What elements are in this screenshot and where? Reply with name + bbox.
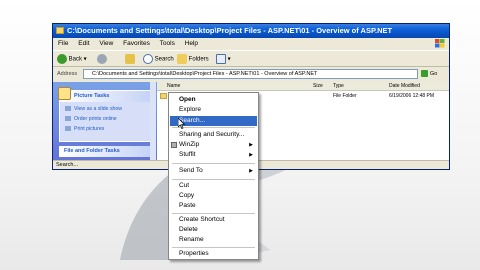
submenu-arrow-icon: ▶	[249, 142, 253, 148]
mouse-cursor-icon	[178, 118, 186, 129]
menu-separator	[172, 179, 255, 180]
column-date-modified[interactable]: Date Modified	[389, 82, 420, 90]
column-size[interactable]: Size	[313, 82, 323, 90]
menu-item-winzip[interactable]: WinZip ▶	[170, 140, 257, 150]
views-icon	[216, 54, 226, 64]
menu-item-create-shortcut[interactable]: Create Shortcut	[170, 215, 257, 225]
row-date: 6/19/2006 12:48 PM	[389, 93, 435, 99]
go-button[interactable]: Go	[421, 69, 437, 79]
picture-tasks-header[interactable]: Picture Tasks	[60, 91, 150, 102]
menu-edit[interactable]: Edit	[78, 40, 89, 47]
folders-button[interactable]: Folders	[177, 54, 209, 65]
folder-icon	[56, 27, 64, 34]
winzip-label: WinZip	[179, 141, 200, 148]
address-label: Address	[57, 71, 78, 77]
menu-separator	[172, 213, 255, 214]
task-label: Order prints online	[74, 116, 117, 122]
menu-item-explore[interactable]: Explore	[170, 105, 257, 115]
menu-item-cut[interactable]: Cut	[170, 181, 257, 191]
up-folder-button[interactable]	[125, 54, 135, 65]
winzip-icon	[171, 142, 177, 148]
up-folder-icon	[125, 54, 135, 64]
task-slide-show[interactable]: View as a slide show	[65, 106, 122, 112]
forward-arrow-icon	[97, 54, 107, 64]
menu-item-paste[interactable]: Paste	[170, 201, 257, 211]
menu-item-stuffit[interactable]: Stuffit ▶	[170, 150, 257, 160]
address-bar: Address C:\Documents and Settings\total\…	[53, 68, 449, 81]
submenu-arrow-icon: ▶	[249, 168, 253, 174]
menu-item-delete[interactable]: Delete	[170, 225, 257, 235]
menu-item-open[interactable]: Open	[170, 95, 257, 105]
folders-label: Folders	[188, 56, 209, 63]
menu-item-rename[interactable]: Rename	[170, 235, 257, 245]
menu-tools[interactable]: Tools	[160, 40, 175, 47]
forward-button[interactable]	[97, 54, 107, 65]
menu-item-copy[interactable]: Copy	[170, 191, 257, 201]
menu-view[interactable]: View	[99, 40, 113, 47]
picture-tasks-panel: Picture Tasks View as a slide show Order…	[58, 87, 151, 142]
printer-icon	[65, 126, 71, 132]
menu-bar: File Edit View Favorites Tools Help	[53, 38, 449, 49]
folder-icon	[160, 93, 167, 99]
folders-icon	[177, 54, 187, 64]
windows-flag-icon	[435, 39, 445, 48]
toolbar: Back ▾ Search Folders ▾	[53, 50, 449, 67]
menu-help[interactable]: Help	[185, 40, 198, 47]
back-label: Back	[68, 56, 83, 63]
task-print-pictures[interactable]: Print pictures	[65, 126, 104, 132]
search-icon	[143, 54, 153, 64]
address-input[interactable]: C:\Documents and Settings\total\Desktop\…	[83, 69, 418, 79]
column-headers: Name Size Type Date Modified	[157, 82, 449, 91]
submenu-arrow-icon: ▶	[249, 152, 253, 158]
menu-item-sharing-security[interactable]: Sharing and Security...	[170, 130, 257, 140]
go-arrow-icon	[421, 70, 428, 78]
menu-item-properties[interactable]: Properties	[170, 249, 257, 259]
go-label: Go	[430, 71, 438, 77]
task-label: View as a slide show	[74, 106, 123, 112]
slideshow-icon	[65, 106, 71, 112]
window-title: C:\Documents and Settings\total\Desktop\…	[67, 26, 393, 35]
views-button[interactable]: ▾	[216, 54, 231, 65]
stuffit-label: Stuffit	[179, 151, 196, 158]
menu-separator	[172, 163, 255, 164]
window-titlebar[interactable]: C:\Documents and Settings\total\Desktop\…	[53, 24, 449, 38]
search-button[interactable]: Search	[143, 54, 174, 65]
search-label: Search	[154, 56, 174, 63]
task-pane: Picture Tasks View as a slide show Order…	[53, 82, 157, 160]
back-button[interactable]: Back ▾	[57, 54, 87, 65]
column-name[interactable]: Name	[167, 82, 180, 90]
menu-favorites[interactable]: Favorites	[123, 40, 150, 47]
menu-item-send-to[interactable]: Send To ▶	[170, 166, 257, 176]
task-pane-scrollbar[interactable]	[150, 82, 156, 160]
order-prints-icon	[65, 116, 71, 122]
task-order-prints[interactable]: Order prints online	[65, 116, 117, 122]
row-type: File Folder	[333, 93, 357, 99]
menu-separator	[172, 247, 255, 248]
send-to-label: Send To	[179, 167, 203, 174]
picture-tasks-icon	[58, 87, 71, 100]
task-label: Print pictures	[74, 126, 105, 132]
menu-file[interactable]: File	[58, 40, 68, 47]
file-folder-tasks-header[interactable]: File and Folder Tasks	[59, 146, 151, 157]
back-arrow-icon	[57, 54, 67, 64]
column-type[interactable]: Type	[333, 82, 344, 90]
